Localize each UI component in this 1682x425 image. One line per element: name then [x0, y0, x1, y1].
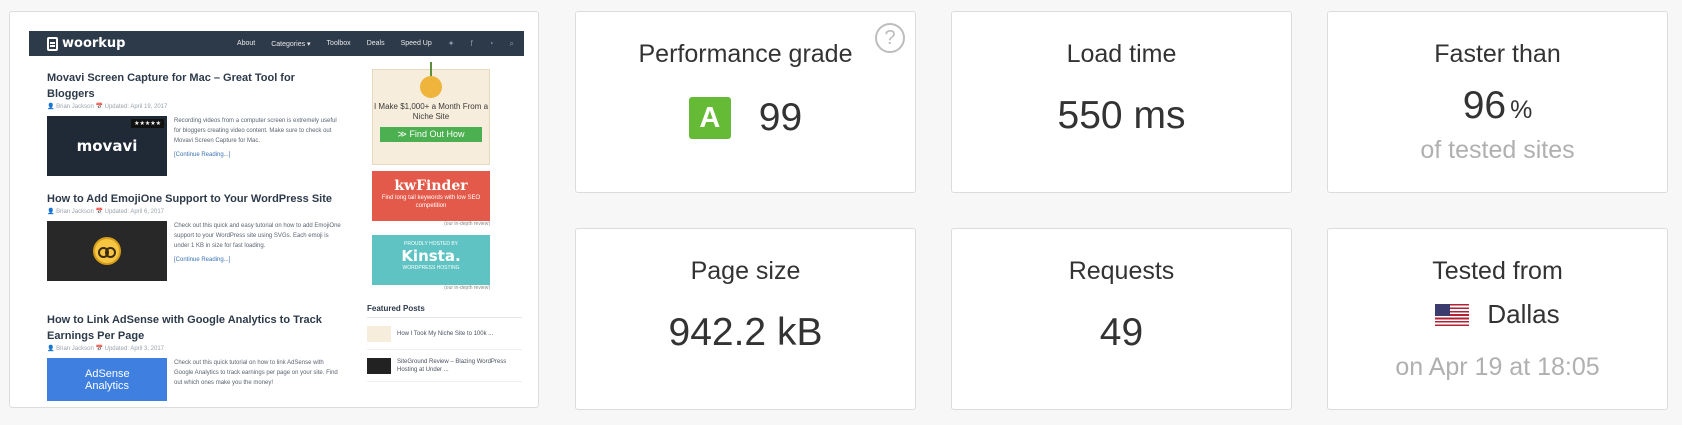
grade-row: A 99 — [576, 96, 915, 140]
site-navbar: woorkup About Categories ▾ Toolbox Deals… — [29, 31, 524, 56]
post-excerpt-text: Check out this quick tutorial on how to … — [174, 360, 338, 386]
ad-headline: I Make $1,000+ a Month From a Niche Site — [373, 102, 489, 121]
page-screenshot: woorkup About Categories ▾ Toolbox Deals… — [29, 31, 524, 401]
post-excerpt: Check out this quick tutorial on how to … — [174, 358, 342, 401]
list-item: How to Add EmojiOne Support to Your Word… — [47, 191, 342, 312]
ad-logo: kwFinder — [394, 178, 468, 194]
faster-than-subtitle: of tested sites — [1420, 136, 1575, 164]
page-size-value: 942.2 kB — [668, 311, 823, 354]
ad-logo: Kinsta. — [401, 247, 461, 265]
site-menu-speed-up: Speed Up — [400, 40, 432, 47]
test-date: on Apr 19 at 18:05 — [1395, 353, 1600, 381]
faster-than-number: 96 — [1462, 84, 1507, 127]
clipboard-icon — [47, 36, 58, 51]
faster-than-unit: % — [1510, 96, 1533, 124]
faster-than-title: Faster than — [1434, 40, 1561, 68]
load-time-value: 550 ms — [1057, 94, 1186, 137]
requests-title: Requests — [1068, 257, 1175, 285]
post-title: Movavi Screen Capture for Mac – Great To… — [47, 72, 295, 100]
help-icon[interactable]: ? — [875, 23, 905, 53]
featured-thumbnail — [367, 357, 391, 374]
location-row: Dallas — [1328, 299, 1667, 330]
twitter-icon: ✦ — [447, 39, 455, 48]
performance-grade-card: Performance grade ? A 99 — [575, 11, 916, 193]
niche-site-ad: I Make $1,000+ a Month From a Niche Site… — [372, 62, 490, 165]
test-location: Dallas — [1487, 299, 1560, 329]
featured-thumbnail — [367, 325, 391, 342]
search-icon: ⌕ — [509, 38, 514, 48]
ad-subtext: Find long tail keywords with low SEO com… — [381, 195, 481, 209]
site-sidebar: I Make $1,000+ a Month From a Niche Site… — [367, 62, 522, 382]
site-menu-toolbox: Toolbox — [326, 40, 351, 47]
grade-badge: A — [688, 97, 731, 139]
site-logo: woorkup — [47, 36, 126, 51]
post-thumbnail: AdSense Analytics — [47, 358, 167, 401]
us-flag-icon — [1435, 303, 1470, 326]
post-thumbnail — [47, 221, 167, 281]
tested-from-card: Tested from Dallas on Apr 19 at 18:05 — [1327, 228, 1668, 410]
kwfinder-ad: kwFinder Find long tail keywords with lo… — [372, 171, 490, 221]
post-excerpt-text: Recording videos from a computer screen … — [174, 118, 337, 144]
post-meta: 👤 Brian Jackson 📅 Updated: April 6, 2017 — [47, 209, 165, 215]
site-menu-deals: Deals — [366, 40, 385, 47]
featured-posts-title: Featured Posts — [367, 304, 522, 318]
requests-card: Requests 49 — [951, 228, 1292, 410]
review-note: (our in-depth review) — [444, 221, 490, 227]
post-excerpt: Recording videos from a computer screen … — [174, 116, 342, 176]
facebook-icon: f — [470, 39, 473, 48]
featured-post-title: How I Took My Niche Site to 100k ... — [397, 330, 494, 337]
thumbnail-text: AdSense Analytics — [85, 368, 130, 392]
site-menu-categories: Categories ▾ — [271, 40, 311, 48]
load-time-card: Load time 550 ms — [951, 11, 1292, 193]
continue-reading-link: [Continue Reading...] — [174, 257, 231, 263]
page-size-card: Page size 942.2 kB — [575, 228, 916, 410]
ad-subtext: WORDPRESS HOSTING — [402, 265, 460, 271]
performance-grade-title: Performance grade — [638, 40, 853, 68]
list-item: SiteGround Review – Blazing WordPress Ho… — [367, 350, 522, 382]
site-logo-text: woorkup — [62, 36, 126, 51]
review-note: (our in-depth review) — [444, 285, 490, 291]
post-excerpt: Check out this quick and easy tutorial o… — [174, 221, 342, 281]
thumbnail-text: movavi — [76, 137, 138, 155]
page-size-title: Page size — [690, 257, 801, 285]
post-meta: 👤 Brian Jackson 📅 Updated: April 19, 201… — [47, 104, 168, 110]
list-item: Movavi Screen Capture for Mac – Great To… — [47, 70, 342, 191]
page-screenshot-card: woorkup About Categories ▾ Toolbox Deals… — [9, 11, 539, 408]
list-item: How to Link AdSense with Google Analytic… — [47, 312, 342, 401]
load-time-title: Load time — [1066, 40, 1177, 68]
faster-than-card: Faster than 96% of tested sites — [1327, 11, 1668, 193]
grade-score: 99 — [758, 96, 803, 139]
rating-stars-icon: ★★★★★ — [131, 119, 164, 128]
featured-post-title: SiteGround Review – Blazing WordPress Ho… — [397, 358, 507, 373]
post-thumbnail: movavi ★★★★★ — [47, 116, 167, 176]
site-menu-about: About — [236, 40, 256, 47]
requests-value: 49 — [1099, 311, 1144, 354]
post-title: How to Link AdSense with Google Analytic… — [47, 314, 322, 342]
post-meta: 👤 Brian Jackson 📅 Updated: April 3, 2017 — [47, 346, 165, 352]
post-excerpt-text: Check out this quick and easy tutorial o… — [174, 223, 341, 249]
nerd-emoji-icon — [93, 237, 121, 265]
rss-icon: ◔ — [488, 39, 494, 48]
continue-reading-link: [Continue Reading...] — [174, 152, 231, 158]
site-menu: About Categories ▾ Toolbox Deals Speed U… — [237, 39, 514, 49]
tested-from-title: Tested from — [1432, 257, 1563, 285]
list-item: How I Took My Niche Site to 100k ... — [367, 318, 522, 350]
post-title: How to Add EmojiOne Support to Your Word… — [47, 193, 332, 205]
dollar-coin-icon — [420, 62, 442, 98]
faster-than-value: 96% — [1328, 84, 1667, 128]
kinsta-ad: PROUDLY HOSTED BY Kinsta. WORDPRESS HOST… — [372, 235, 490, 285]
ad-button: ≫ Find Out How — [380, 127, 482, 142]
site-post-list: Movavi Screen Capture for Mac – Great To… — [47, 70, 342, 401]
